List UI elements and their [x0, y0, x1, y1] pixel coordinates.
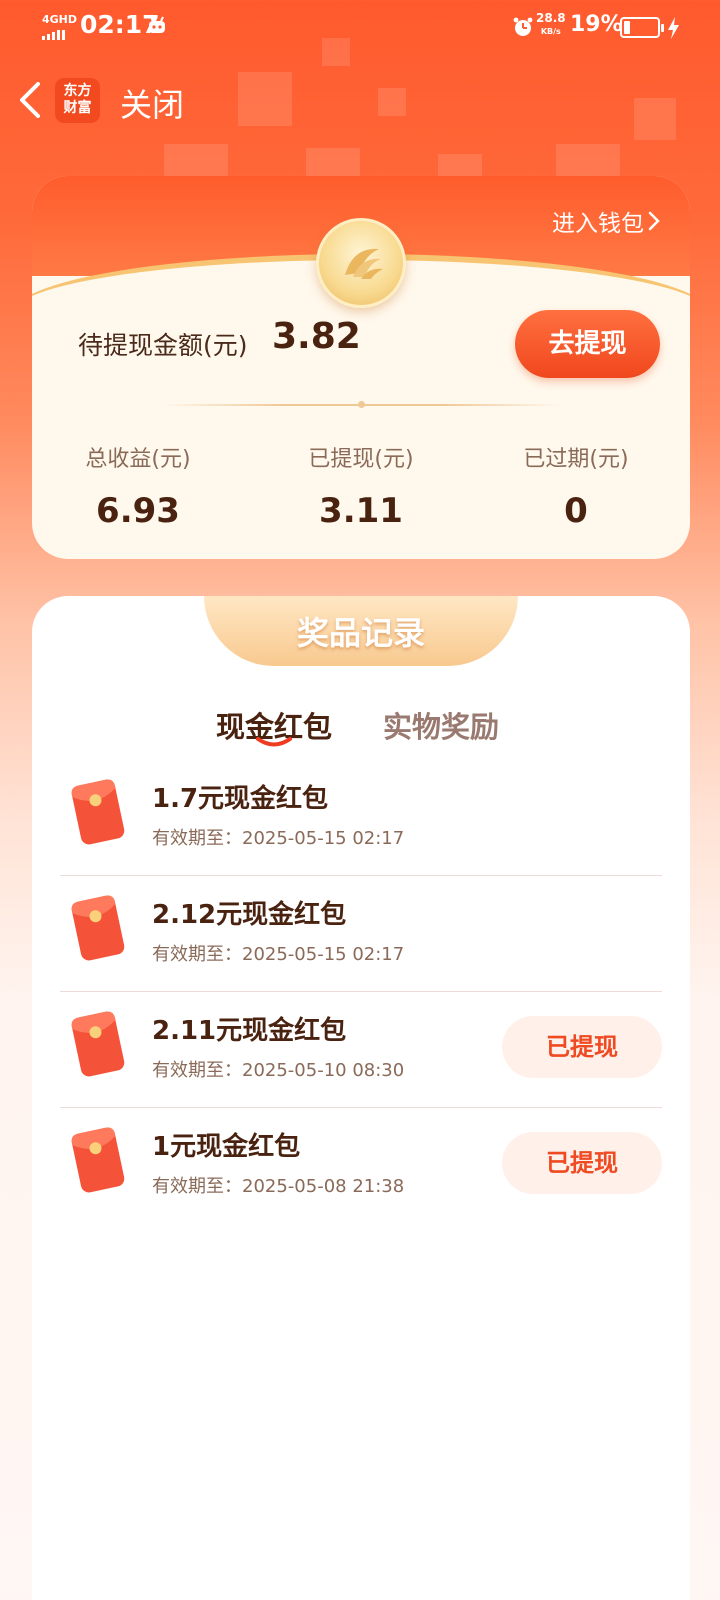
pending-amount-value: 3.82: [272, 316, 361, 357]
red-envelope-icon: [71, 1011, 125, 1077]
alarm-icon: [513, 17, 533, 36]
battery-icon: [620, 17, 664, 38]
divider-dot: [358, 401, 365, 408]
stat-withdrawn: 已提现(元) 3.11: [261, 441, 461, 531]
withdrawn-status-button[interactable]: 已提现: [502, 1132, 662, 1194]
item-expiry: 有效期至：2025-05-10 08:30: [152, 1060, 405, 1081]
robot-icon: [149, 16, 165, 33]
network-type: 4GHD: [42, 13, 78, 26]
logo-line-1: 东方: [63, 83, 92, 99]
decor-square: [634, 98, 676, 140]
item-title: 1元现金红包: [152, 1132, 301, 1162]
withdraw-button[interactable]: 去提现: [515, 310, 660, 378]
list-item[interactable]: 2.12元现金红包 有效期至：2025-05-15 02:17: [60, 876, 662, 992]
signal-icon: [42, 30, 65, 40]
app-logo: 东方 财富: [55, 78, 100, 123]
decor-square: [378, 88, 406, 116]
status-bar: 4GHD 02:17 28.8 KB/s 19%: [0, 0, 720, 56]
stat-value: 3.11: [319, 491, 403, 531]
logo-line-2: 财富: [63, 100, 92, 116]
prize-records-card: 奖品记录 现金红包 实物奖励 1.7元现金红包 有效期至：2025-05-15 …: [32, 596, 690, 1600]
pending-amount-label: 待提现金额(元): [78, 331, 248, 360]
decor-square: [238, 72, 292, 126]
red-envelope-icon: [71, 1127, 125, 1193]
red-envelope-icon: [71, 779, 125, 845]
decor-square: [306, 148, 360, 178]
stat-value: 0: [564, 491, 588, 531]
battery-level-fill: [624, 21, 631, 34]
item-title: 1.7元现金红包: [152, 784, 329, 814]
speed-value: 28.8: [536, 11, 566, 25]
close-button[interactable]: 关闭: [120, 80, 184, 126]
tab-physical-reward[interactable]: 实物奖励: [383, 704, 499, 746]
active-tab-indicator: [256, 737, 292, 747]
enter-wallet-link[interactable]: 进入钱包: [552, 204, 660, 238]
withdrawn-status-button[interactable]: 已提现: [502, 1016, 662, 1078]
item-expiry: 有效期至：2025-05-15 02:17: [152, 828, 405, 849]
stat-expired: 已过期(元) 0: [476, 441, 676, 531]
stat-value: 6.93: [96, 491, 180, 531]
chevron-right-icon: [648, 211, 660, 231]
coin-icon: [316, 218, 406, 308]
list-item[interactable]: 1元现金红包 有效期至：2025-05-08 21:38 已提现: [60, 1108, 662, 1224]
back-arrow-icon[interactable]: [14, 78, 48, 122]
speed-unit: KB/s: [540, 27, 561, 36]
stat-label: 总收益(元): [85, 447, 191, 472]
stat-label: 已提现(元): [308, 447, 414, 472]
item-title: 2.11元现金红包: [152, 1016, 347, 1046]
network-speed: 28.8 KB/s: [536, 12, 566, 38]
charging-bolt-icon: [668, 17, 679, 39]
stat-label: 已过期(元): [523, 447, 629, 472]
list-item[interactable]: 2.11元现金红包 有效期至：2025-05-10 08:30 已提现: [60, 992, 662, 1108]
list-item[interactable]: 1.7元现金红包 有效期至：2025-05-15 02:17: [60, 760, 662, 876]
red-envelope-icon: [71, 895, 125, 961]
item-expiry: 有效期至：2025-05-08 21:38: [152, 1176, 405, 1197]
records-title: 奖品记录: [296, 614, 425, 652]
stat-total-earnings: 总收益(元) 6.93: [38, 441, 238, 531]
wallet-card: 进入钱包 待提现金额(元) 3.82 去提现 总收益(元) 6.93 已提现(元…: [32, 176, 690, 559]
item-expiry: 有效期至：2025-05-15 02:17: [152, 944, 405, 965]
enter-wallet-label: 进入钱包: [552, 211, 644, 237]
battery-percent: 19%: [570, 12, 623, 37]
decor-square: [438, 154, 482, 178]
item-title: 2.12元现金红包: [152, 900, 347, 930]
